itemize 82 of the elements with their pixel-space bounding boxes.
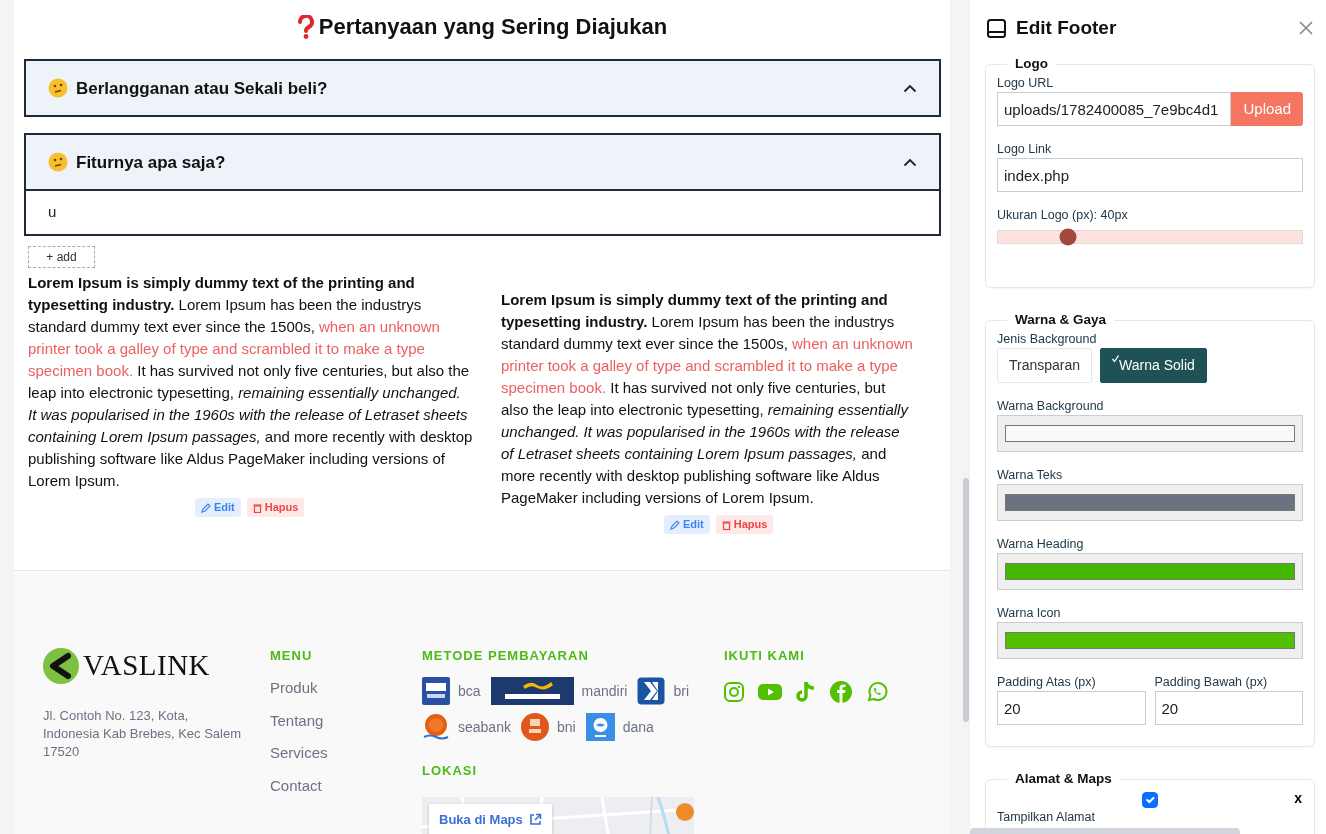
field-label: Tampilkan Alamat xyxy=(997,809,1096,824)
paragraph: Lorem Ipsum is simply dummy text of the printing and typesetting industry. Lorem Ipsum has been the industrys standard dummy text ever since the 1500s, when an unknown printer took a galley of type and scrambled it to make a type specimen book. It has survived not only five centuries, but also the leap into electronic typesetting, remaining essentially unchanged. It was popularised in the 1960s with the release of Letraset sheets containing Lorem Ipsum passages, and more recently with desktop publishing software like Aldus PageMaker including versions of Lorem Ipsum. xyxy=(501,290,913,509)
field-label: Padding Atas (px) xyxy=(997,675,1097,690)
close-button[interactable] xyxy=(1297,19,1315,37)
menu-link[interactable]: Services xyxy=(270,742,422,765)
field-label: Padding Bawah (px) xyxy=(1154,675,1269,690)
option-button[interactable]: Transparan xyxy=(997,348,1093,384)
payment-name: bni xyxy=(556,717,576,737)
slider-track[interactable] xyxy=(997,230,1303,245)
chevron-up-icon xyxy=(903,83,917,93)
paragraph: Lorem Ipsum is simply dummy text of the printing and typesetting industry. Lorem Ipsum has been the industrys standard dummy text ever since the 1500s, when an unknown printer took a galley of type and scrambled it to make a type specimen book. It has survived not only five centuries, but also the leap into electronic typesetting, remaining essentially unchanged. It was popularised in the 1960s with the release of Letraset sheets containing Lorem Ipsum passages, and more recently with desktop publishing software like Aldus PageMaker including versions of Lorem Ipsum. xyxy=(28,273,473,492)
brand-name: VASLINK xyxy=(83,647,211,683)
field-label: Jenis Background xyxy=(997,332,1098,347)
payment-logo xyxy=(422,677,450,706)
trash-icon xyxy=(252,502,262,513)
question-icon xyxy=(296,15,315,40)
section-legend: Warna & Gaya xyxy=(1007,312,1115,329)
section-legend: Alamat & Maps xyxy=(1007,771,1120,788)
checkbox[interactable] xyxy=(1142,791,1158,808)
color-picker[interactable] xyxy=(997,553,1303,591)
field-label: Warna Icon xyxy=(997,606,1062,621)
payment-logo xyxy=(585,713,615,742)
section-heading: IKUTI KAMI xyxy=(724,646,806,665)
accordion-header[interactable]: Berlangganan atau Sekali beli? xyxy=(24,59,941,118)
play-icon[interactable] xyxy=(758,683,782,702)
menu-link[interactable]: Contact xyxy=(270,774,422,798)
question-text: Berlangganan atau Sekali beli? xyxy=(76,77,329,100)
field-label: Warna Teks xyxy=(997,468,1064,483)
slider-thumb[interactable] xyxy=(1059,228,1077,246)
address-text: Jl. Contoh No. 123, Kota, Indonesia Kab Brebes, Kec Salem 17520 xyxy=(43,707,242,762)
payment-name: bca xyxy=(458,681,481,701)
menu-link[interactable]: Produk xyxy=(270,677,422,700)
panel-title: Edit Footer xyxy=(1016,16,1118,40)
chevron-up-icon xyxy=(903,157,917,167)
scrollbar[interactable] xyxy=(970,828,1240,834)
color-picker[interactable] xyxy=(997,415,1303,453)
section-heading: MENU xyxy=(270,646,314,665)
trash-icon xyxy=(721,519,731,530)
thinking-face-icon xyxy=(48,152,68,173)
facebook-icon[interactable] xyxy=(830,681,852,704)
field-label: Logo Link xyxy=(997,142,1053,157)
payment-logo xyxy=(637,677,666,706)
color-picker[interactable] xyxy=(997,484,1303,522)
color-picker[interactable] xyxy=(997,622,1303,660)
check-icon xyxy=(1112,355,1120,364)
add-button[interactable]: + add xyxy=(28,246,95,269)
close-icon xyxy=(1299,21,1313,35)
menu-link[interactable]: Tentang xyxy=(270,709,422,733)
music-note-icon[interactable] xyxy=(796,681,816,704)
pencil-icon xyxy=(201,502,211,513)
chat-bubble-icon[interactable] xyxy=(866,681,888,704)
field-label: Ukuran Logo (px): 40px xyxy=(997,208,1129,223)
option-button[interactable]: Warna Solid xyxy=(1100,348,1207,384)
number-field[interactable]: 20 xyxy=(997,691,1146,726)
open-maps-button[interactable]: Buka di Maps xyxy=(429,803,552,834)
thinking-face-icon xyxy=(48,78,68,99)
url-field[interactable]: uploads/1782400085_7e9bc4d1 xyxy=(997,92,1232,127)
payment-name: mandiri xyxy=(581,681,628,701)
number-field[interactable]: 20 xyxy=(1154,691,1303,726)
field-label: Logo URL xyxy=(997,76,1055,91)
question-text: Fiturnya apa saja? xyxy=(76,151,227,174)
field-label: Warna Background xyxy=(997,399,1105,414)
payment-name: bri xyxy=(673,681,690,701)
pencil-icon xyxy=(670,519,680,530)
section-heading: LOKASI xyxy=(422,762,479,781)
section-heading: METODE PEMBAYARAN xyxy=(422,646,590,665)
input-field[interactable]: index.php xyxy=(997,158,1303,193)
layout-icon xyxy=(987,18,1006,38)
close-button[interactable]: x xyxy=(1294,787,1302,809)
answer-text: u xyxy=(48,203,57,221)
external-link-icon xyxy=(528,813,542,827)
section-legend: Logo xyxy=(1007,56,1056,73)
scrollbar[interactable] xyxy=(963,478,969,722)
logo-icon xyxy=(43,647,79,684)
camera-icon[interactable] xyxy=(724,682,744,703)
accordion-header[interactable]: Fiturnya apa saja? xyxy=(24,133,941,192)
payment-logo xyxy=(520,713,549,742)
payment-name: seabank xyxy=(458,717,511,737)
payment-name: dana xyxy=(622,717,654,737)
payment-logo xyxy=(422,713,450,742)
field-label: Warna Heading xyxy=(997,537,1085,552)
page-heading: Pertanyaan yang Sering Diajukan xyxy=(318,14,668,41)
